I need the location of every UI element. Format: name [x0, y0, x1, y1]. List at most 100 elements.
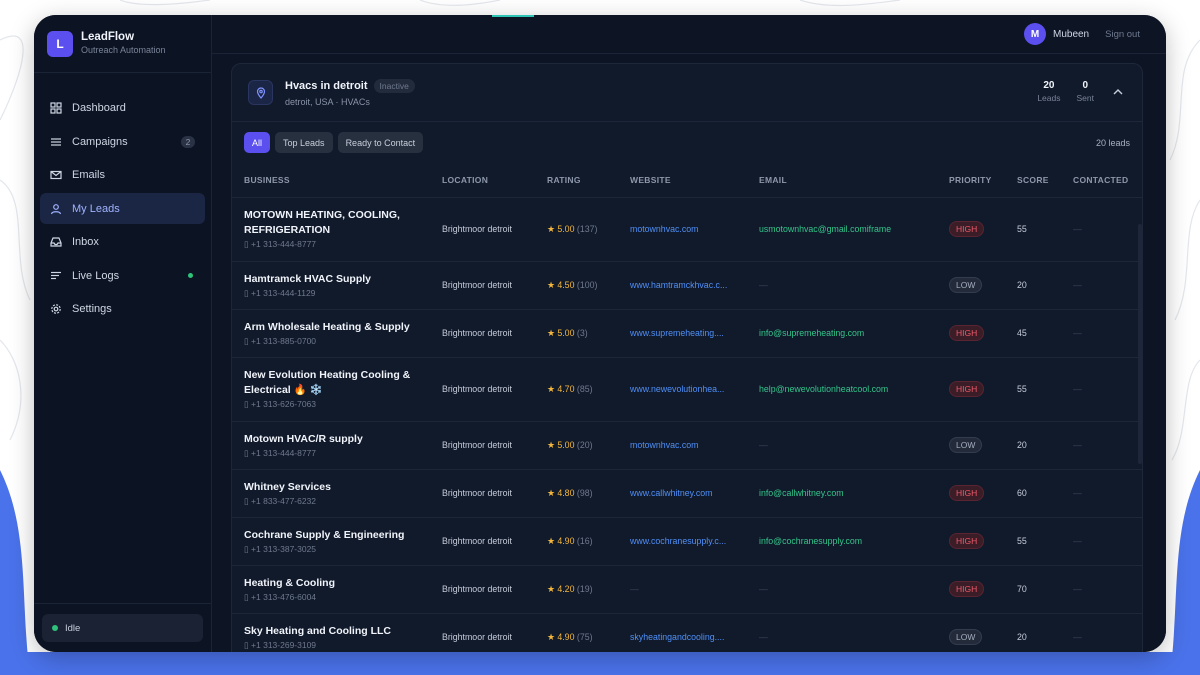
sidebar-item-settings[interactable]: Settings [40, 294, 205, 325]
sidebar-item-my-leads[interactable]: My Leads [40, 193, 205, 224]
website-link[interactable]: www.newevolutionhea... [618, 357, 747, 422]
website-link[interactable]: — [618, 565, 747, 614]
sidebar-item-inbox[interactable]: Inbox [40, 227, 205, 258]
table-header-row: BUSINESS LOCATION RATING WEBSITE EMAIL P… [232, 163, 1142, 198]
score-cell: 20 [1005, 613, 1061, 652]
location-cell: Brightmoor detroit [430, 517, 535, 566]
score-cell: 70 [1005, 565, 1061, 614]
sidebar-item-label: Inbox [72, 236, 99, 248]
phone-number: +1 313-444-1129 [251, 287, 316, 298]
column-header[interactable]: BUSINESS [232, 163, 430, 198]
website-link[interactable]: www.callwhitney.com [618, 469, 747, 518]
business-phone: ▯ +1 313-269-3109 [244, 640, 430, 651]
email-link[interactable]: info@supremeheating.com [747, 309, 937, 358]
chevron-up-icon[interactable] [1112, 86, 1124, 98]
priority-badge: HIGH [949, 221, 985, 237]
agent-status: Idle [42, 614, 203, 642]
table-row[interactable]: New Evolution Heating Cooling & Electric… [232, 357, 1142, 422]
leads-table: BUSINESS LOCATION RATING WEBSITE EMAIL P… [232, 163, 1142, 652]
website-link[interactable]: www.hamtramckhvac.c... [618, 261, 747, 310]
table-row[interactable]: Heating & Cooling ▯ +1 313-476-6004 Brig… [232, 565, 1142, 614]
business-name: Sky Heating and Cooling LLC [244, 624, 392, 637]
live-status-dot [188, 273, 193, 278]
business-name: New Evolution Heating Cooling & Electric… [244, 369, 411, 396]
inbox-icon [50, 237, 62, 247]
location-cell: Brightmoor detroit [430, 357, 535, 422]
priority-badge: HIGH [949, 581, 985, 597]
phone-icon: ▯ [244, 447, 252, 458]
email-link[interactable]: — [747, 421, 937, 470]
business-name: Whitney Services [244, 480, 331, 493]
business-phone: ▯ +1 313-444-8777 [244, 239, 430, 250]
column-header[interactable]: CONTACTED [1061, 163, 1142, 198]
sidebar-item-label: Emails [72, 169, 106, 181]
column-header[interactable]: EMAIL [747, 163, 937, 198]
business-phone: ▯ +1 313-476-6004 [244, 592, 430, 603]
review-count: (75) [576, 631, 593, 642]
table-row[interactable]: Arm Wholesale Heating & Supply ▯ +1 313-… [232, 309, 1142, 358]
review-count: (85) [576, 383, 593, 394]
campaign-stats: 20 Leads 0 Sent [1021, 80, 1094, 103]
app-logo: L [47, 30, 73, 57]
scrollbar[interactable] [1138, 224, 1142, 464]
sidebar-item-emails[interactable]: Emails [40, 160, 205, 191]
table-row[interactable]: MOTOWN HEATING, COOLING, REFRIGERATION ▯… [232, 197, 1142, 262]
filter-top-leads-button[interactable]: Top Leads [275, 132, 333, 153]
table-row[interactable]: Motown HVAC/R supply ▯ +1 313-444-8777 B… [232, 421, 1142, 470]
brand: L LeadFlow Outreach Automation [34, 15, 211, 73]
user-icon [50, 203, 62, 214]
website-link[interactable]: www.cochranesupply.c... [618, 517, 747, 566]
sign-out-link[interactable]: Sign out [1105, 29, 1140, 40]
rating-value: 5.00 [557, 327, 575, 338]
column-header[interactable]: SCORE [1005, 163, 1061, 198]
website-link[interactable]: skyheatingandcooling.... [618, 613, 747, 652]
rating-value: 4.70 [557, 383, 575, 394]
score-cell: 55 [1005, 517, 1061, 566]
table-row[interactable]: Sky Heating and Cooling LLC ▯ +1 313-269… [232, 613, 1142, 652]
rating-value: 4.80 [557, 487, 575, 498]
priority-badge: LOW [949, 277, 983, 293]
sidebar-item-label: Campaigns [72, 135, 128, 148]
sidebar-item-live-logs[interactable]: Live Logs [40, 260, 205, 291]
column-header[interactable]: RATING [535, 163, 618, 198]
phone-number: +1 313-387-3025 [251, 543, 317, 554]
table-row[interactable]: Whitney Services ▯ +1 833-477-6232 Brigh… [232, 469, 1142, 518]
sidebar-item-dashboard[interactable]: Dashboard [40, 93, 205, 124]
location-cell: Brightmoor detroit [430, 469, 535, 518]
gear-icon [51, 304, 61, 314]
rating-cell: ★ 4.90 (16) [535, 517, 618, 566]
priority-badge: HIGH [949, 325, 985, 341]
rating-cell: ★ 4.50 (100) [535, 261, 618, 310]
star-icon: ★ [547, 535, 558, 546]
filter-all-button[interactable]: All [244, 132, 271, 153]
sidebar-item-campaigns[interactable]: Campaigns 2 [40, 126, 205, 157]
filter-ready-button[interactable]: Ready to Contact [337, 132, 424, 153]
email-link[interactable]: help@newevolutionheatcool.com [747, 357, 937, 422]
column-header[interactable]: PRIORITY [937, 163, 1005, 198]
email-link[interactable]: info@cochranesupply.com [747, 517, 937, 566]
email-link[interactable]: — [747, 261, 937, 310]
table-row[interactable]: Cochrane Supply & Engineering ▯ +1 313-3… [232, 517, 1142, 566]
review-count: (16) [576, 535, 593, 546]
campaign-header[interactable]: Hvacs in detroit Inactive detroit, USA ·… [232, 64, 1142, 122]
phone-icon: ▯ [244, 543, 252, 554]
website-link[interactable]: motownhvac.com [618, 197, 747, 262]
sent-count: 0 [1082, 80, 1089, 91]
website-link[interactable]: www.supremeheating.... [618, 309, 747, 358]
column-header[interactable]: LOCATION [430, 163, 535, 198]
email-link[interactable]: — [747, 565, 937, 614]
email-link[interactable]: — [747, 613, 937, 652]
phone-icon: ▯ [244, 639, 252, 650]
priority-badge: HIGH [949, 533, 985, 549]
email-link[interactable]: usmotownhvac@gmail.comiframe [747, 197, 937, 262]
table-row[interactable]: Hamtramck HVAC Supply ▯ +1 313-444-1129 … [232, 261, 1142, 310]
website-link[interactable]: motownhvac.com [618, 421, 747, 470]
avatar[interactable]: M [1023, 23, 1046, 45]
phone-number: +1 313-444-8777 [251, 447, 317, 458]
sidebar-item-label: My Leads [72, 202, 120, 215]
column-header[interactable]: WEBSITE [618, 163, 747, 198]
email-link[interactable]: info@callwhitney.com [747, 469, 937, 518]
contacted-cell: — [1061, 469, 1142, 518]
review-count: (20) [576, 439, 593, 450]
sidebar-footer: Idle [34, 603, 211, 652]
